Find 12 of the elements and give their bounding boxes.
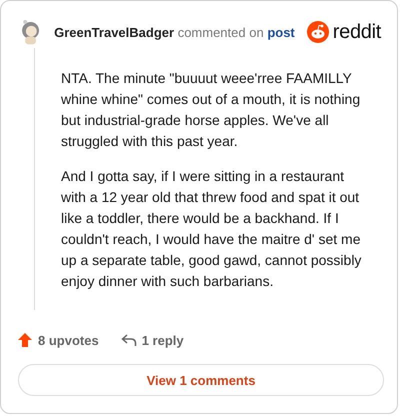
comment-paragraph: And I gotta say, if I were sitting in a restaurant with a 12 year old that threw food and spat it out like a toddler, there would be a backhand. If I couldn't reach, I would have the maitre d' set me up a separate table, good gawd, cannot possibly enjoy dinner with such barbarians. xyxy=(61,167,362,291)
author-name[interactable]: GreenTravelBadger xyxy=(54,24,174,40)
view-comments-button[interactable]: View 1 comments xyxy=(18,364,384,396)
upvote-arrow-icon[interactable] xyxy=(17,332,33,348)
post-link[interactable]: post xyxy=(267,24,295,40)
reddit-logo-icon xyxy=(306,21,329,43)
comment-paragraph: NTA. The minute "buuuut weee'rree FAAMILLY whine whine" comes out of a mouth, it is nothing but industrial-grade horse apples. We've all struggled with this past year. xyxy=(61,69,362,151)
reply-arrow-icon[interactable] xyxy=(120,333,137,347)
brand-name: reddit xyxy=(332,20,381,44)
reply-count: 1 reply xyxy=(142,332,184,348)
action-text: commented on xyxy=(178,24,264,40)
upvote-count: 8 upvotes xyxy=(38,332,99,348)
